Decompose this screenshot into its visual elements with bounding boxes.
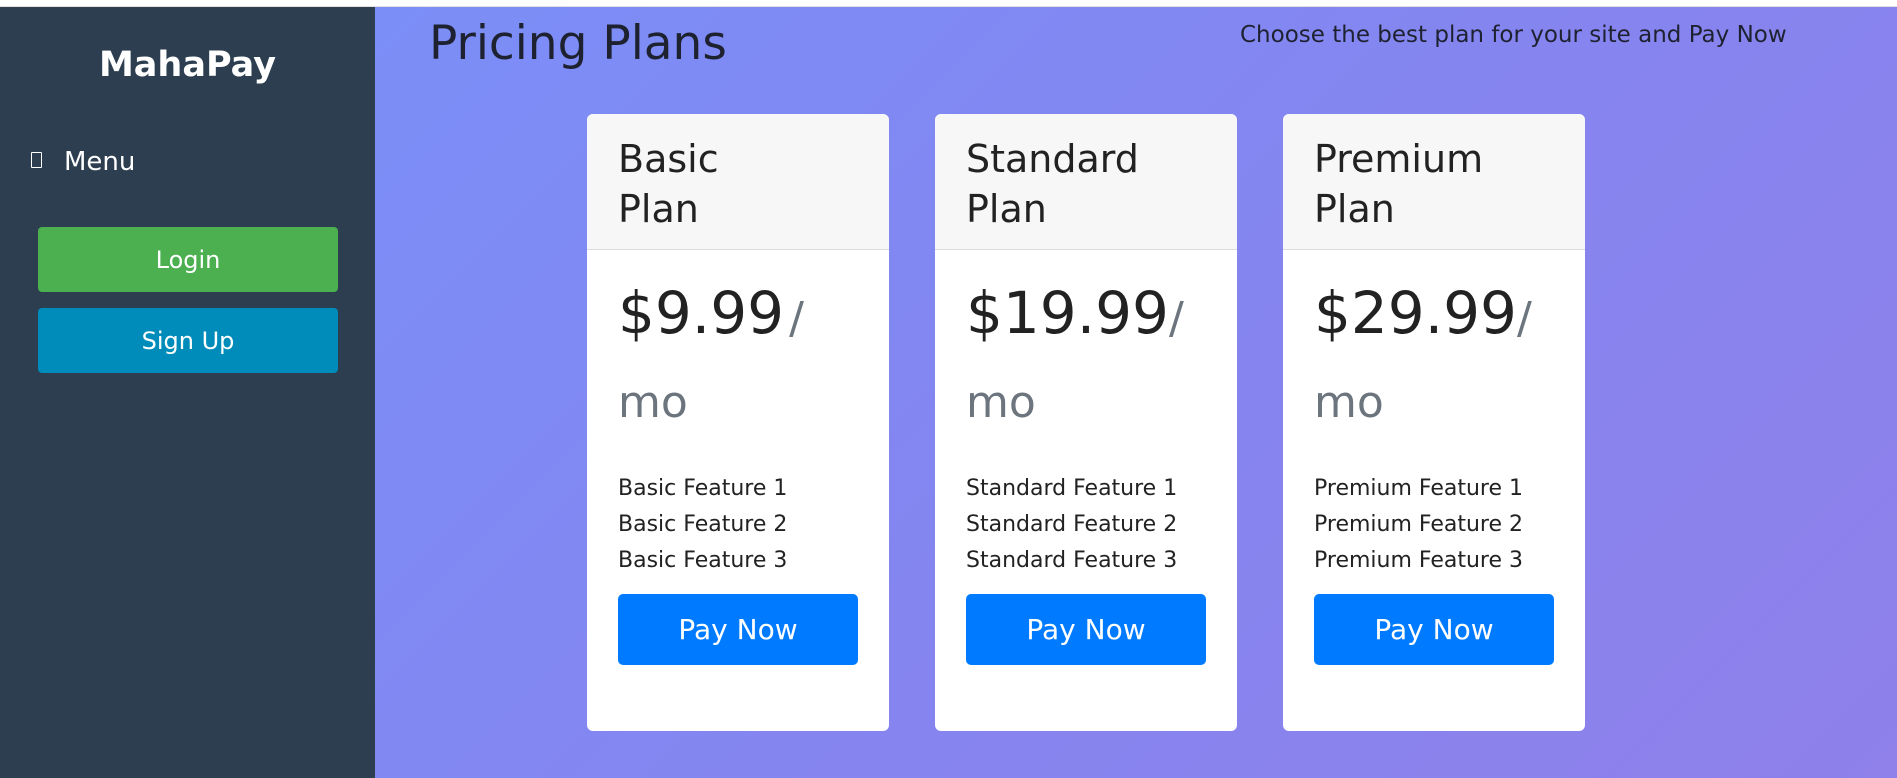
- plan-card-header: Premium Plan: [1283, 114, 1585, 250]
- menu-toggle[interactable]: Menu: [31, 144, 135, 180]
- plan-card-premium: Premium Plan $29.99/ mo Premium Feature …: [1283, 114, 1585, 731]
- pay-now-button-standard[interactable]: Pay Now: [966, 594, 1206, 665]
- plan-card-header: Standard Plan: [935, 114, 1237, 250]
- feature-item: Premium Feature 3: [1314, 548, 1524, 573]
- plan-title: Standard Plan: [966, 137, 1139, 231]
- plan-price: $9.99 / mo: [618, 276, 838, 449]
- feature-list: Basic Feature 1 Basic Feature 2 Basic Fe…: [618, 471, 869, 579]
- sidebar: MahaPay Menu Login Sign Up: [0, 7, 375, 778]
- plan-title: Premium Plan: [1314, 137, 1484, 231]
- feature-item: Basic Feature 3: [618, 548, 788, 573]
- feature-item: Standard Feature 1: [966, 476, 1178, 501]
- page-subtitle: Choose the best plan for your site and P…: [1240, 22, 1787, 48]
- feature-list: Premium Feature 1 Premium Feature 2 Prem…: [1314, 471, 1565, 579]
- plan-card-body: $9.99 / mo Basic Feature 1 Basic Feature…: [587, 250, 889, 579]
- main-content: Pricing Plans Choose the best plan for y…: [375, 7, 1897, 778]
- feature-item: Basic Feature 2: [618, 512, 788, 537]
- menu-label: Menu: [64, 147, 136, 177]
- plan-title: Basic Plan: [618, 137, 719, 231]
- page-title: Pricing Plans: [429, 16, 727, 71]
- plan-price: $29.99/ mo: [1314, 276, 1534, 449]
- pay-now-button-basic[interactable]: Pay Now: [618, 594, 858, 665]
- price-amount: $9.99: [618, 279, 785, 347]
- feature-item: Standard Feature 2: [966, 512, 1178, 537]
- plan-price: $19.99/ mo: [966, 276, 1186, 449]
- top-border: [0, 0, 1897, 7]
- feature-list: Standard Feature 1 Standard Feature 2 St…: [966, 471, 1217, 579]
- price-amount: $29.99: [1314, 279, 1517, 347]
- plan-card-body: $29.99/ mo Premium Feature 1 Premium Fea…: [1283, 250, 1585, 579]
- price-amount: $19.99: [966, 279, 1169, 347]
- feature-item: Premium Feature 2: [1314, 512, 1524, 537]
- plan-card-basic: Basic Plan $9.99 / mo Basic Feature 1 Ba…: [587, 114, 889, 731]
- plan-card-standard: Standard Plan $19.99/ mo Standard Featur…: [935, 114, 1237, 731]
- feature-item: Premium Feature 1: [1314, 476, 1524, 501]
- login-button[interactable]: Login: [38, 227, 338, 292]
- menu-icon: [31, 152, 42, 168]
- feature-item: Basic Feature 1: [618, 476, 788, 501]
- plan-card-body: $19.99/ mo Standard Feature 1 Standard F…: [935, 250, 1237, 579]
- plan-card-header: Basic Plan: [587, 114, 889, 250]
- signup-button[interactable]: Sign Up: [38, 308, 338, 373]
- feature-item: Standard Feature 3: [966, 548, 1178, 573]
- brand-logo: MahaPay: [98, 45, 277, 85]
- pay-now-button-premium[interactable]: Pay Now: [1314, 594, 1554, 665]
